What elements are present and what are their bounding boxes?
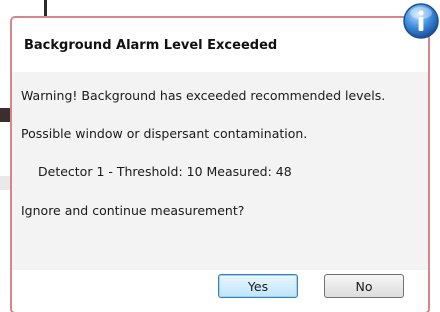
yes-button[interactable]: Yes xyxy=(218,274,298,298)
warning-message: Warning! Background has exceeded recomme… xyxy=(21,88,386,103)
dialog-title: Background Alarm Level Exceeded xyxy=(24,38,278,53)
screen: Background Alarm Level Exceeded Warning!… xyxy=(0,0,440,312)
continue-question: Ignore and continue measurement? xyxy=(21,203,245,218)
dialog-message-area: Warning! Background has exceeded recomme… xyxy=(12,72,428,270)
no-button[interactable]: No xyxy=(324,274,404,298)
detector-reading: Detector 1 - Threshold: 10 Measured: 48 xyxy=(38,164,292,179)
info-icon xyxy=(403,3,439,39)
alarm-dialog: Background Alarm Level Exceeded Warning!… xyxy=(10,16,430,312)
contamination-message: Possible window or dispersant contaminat… xyxy=(21,126,308,141)
